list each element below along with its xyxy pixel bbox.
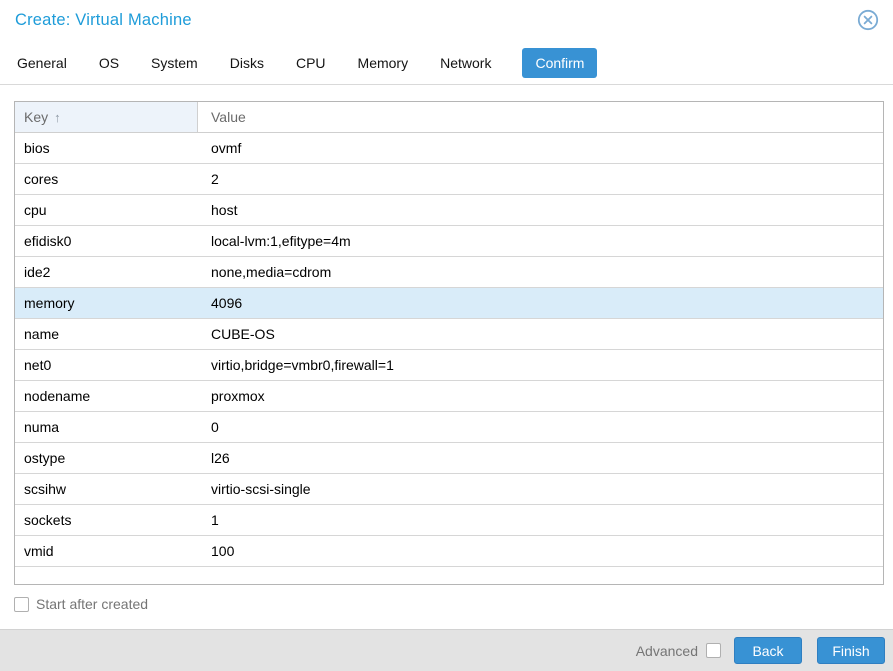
advanced-label: Advanced: [636, 643, 698, 659]
wizard-tab-label: Disks: [230, 55, 264, 71]
row-value-cell: local-lvm:1,efitype=4m: [198, 226, 883, 256]
row-key-cell: vmid: [15, 536, 198, 566]
wizard-tab-label: Memory: [358, 55, 409, 71]
row-key-cell: efidisk0: [15, 226, 198, 256]
table-row[interactable]: cpu host: [15, 195, 883, 226]
row-value-cell: 1: [198, 505, 883, 535]
table-row[interactable]: sockets 1: [15, 505, 883, 536]
wizard-tab-label: Network: [440, 55, 491, 71]
column-header-key[interactable]: Key ↑: [15, 102, 198, 132]
row-key-cell: net0: [15, 350, 198, 380]
wizard-tab[interactable]: General: [16, 48, 68, 78]
wizard-tab[interactable]: Confirm: [522, 48, 597, 78]
wizard-tab-label: General: [17, 55, 67, 71]
row-key-cell: memory: [15, 288, 198, 318]
row-value-cell: ovmf: [198, 133, 883, 163]
row-value-cell: none,media=cdrom: [198, 257, 883, 287]
wizard-tab[interactable]: CPU: [295, 48, 327, 78]
row-key-cell: name: [15, 319, 198, 349]
start-after-created-label: Start after created: [36, 596, 148, 612]
dialog-header: Create: Virtual Machine: [0, 0, 893, 42]
table-row[interactable]: scsihw virtio-scsi-single: [15, 474, 883, 505]
table-row[interactable]: ide2 none,media=cdrom: [15, 257, 883, 288]
row-key-cell: bios: [15, 133, 198, 163]
wizard-tab-label: Confirm: [535, 55, 584, 71]
column-header-value[interactable]: Value: [198, 102, 883, 132]
start-after-created-row: Start after created: [14, 596, 893, 612]
table-row[interactable]: name CUBE-OS: [15, 319, 883, 350]
row-value-cell: 0: [198, 412, 883, 442]
table-row[interactable]: ostype l26: [15, 443, 883, 474]
row-key-cell: cpu: [15, 195, 198, 225]
row-key-cell: ide2: [15, 257, 198, 287]
wizard-tab-label: System: [151, 55, 198, 71]
wizard-tab[interactable]: Memory: [357, 48, 410, 78]
row-value-cell: l26: [198, 443, 883, 473]
confirm-panel: Key ↑ Value bios ovmf cores 2 cp: [0, 85, 893, 585]
column-header-value-label: Value: [211, 109, 246, 125]
column-header-key-label: Key: [24, 109, 48, 125]
row-key-cell: nodename: [15, 381, 198, 411]
wizard-tab[interactable]: Disks: [229, 48, 265, 78]
row-key-cell: scsihw: [15, 474, 198, 504]
row-value-cell: proxmox: [198, 381, 883, 411]
row-value-cell: virtio,bridge=vmbr0,firewall=1: [198, 350, 883, 380]
wizard-tab-label: CPU: [296, 55, 326, 71]
close-icon[interactable]: [857, 9, 879, 31]
start-after-created-checkbox[interactable]: [14, 597, 29, 612]
wizard-tab[interactable]: Network: [439, 48, 492, 78]
wizard-tab[interactable]: System: [150, 48, 199, 78]
summary-grid: Key ↑ Value bios ovmf cores 2 cp: [14, 101, 884, 585]
row-key-cell: ostype: [15, 443, 198, 473]
row-value-cell: 2: [198, 164, 883, 194]
table-row[interactable]: nodename proxmox: [15, 381, 883, 412]
table-row[interactable]: numa 0: [15, 412, 883, 443]
table-row[interactable]: bios ovmf: [15, 133, 883, 164]
wizard-tabbar: General OS System Disks CPU Memory Netwo…: [0, 42, 893, 85]
dialog-title: Create: Virtual Machine: [15, 11, 192, 29]
row-key-cell: cores: [15, 164, 198, 194]
dialog-footer: Advanced Back Finish: [0, 629, 893, 671]
table-row[interactable]: efidisk0 local-lvm:1,efitype=4m: [15, 226, 883, 257]
row-value-cell: 100: [198, 536, 883, 566]
table-row[interactable]: vmid 100: [15, 536, 883, 567]
sort-ascending-icon: ↑: [54, 110, 61, 125]
table-row[interactable]: net0 virtio,bridge=vmbr0,firewall=1: [15, 350, 883, 381]
wizard-tab[interactable]: OS: [98, 48, 120, 78]
wizard-tab-label: OS: [99, 55, 119, 71]
row-key-cell: sockets: [15, 505, 198, 535]
table-row[interactable]: cores 2: [15, 164, 883, 195]
finish-button[interactable]: Finish: [817, 637, 885, 664]
table-row[interactable]: memory 4096: [15, 288, 883, 319]
grid-body: bios ovmf cores 2 cpu host efidisk0 loca…: [15, 133, 883, 567]
row-value-cell: 4096: [198, 288, 883, 318]
row-value-cell: virtio-scsi-single: [198, 474, 883, 504]
grid-header-row: Key ↑ Value: [15, 102, 883, 133]
row-key-cell: numa: [15, 412, 198, 442]
row-value-cell: host: [198, 195, 883, 225]
back-button[interactable]: Back: [734, 637, 802, 664]
advanced-checkbox[interactable]: [706, 643, 721, 658]
row-value-cell: CUBE-OS: [198, 319, 883, 349]
